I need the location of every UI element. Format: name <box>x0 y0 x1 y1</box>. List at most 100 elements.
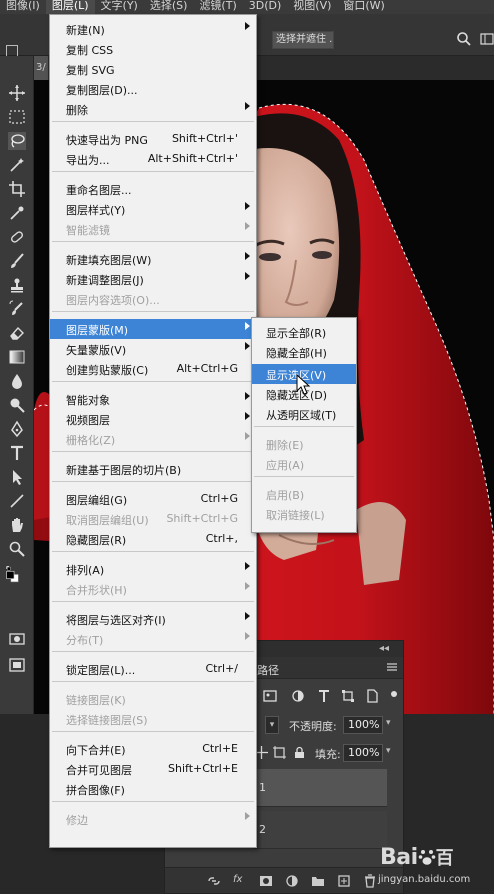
zoom-tool-icon[interactable] <box>8 540 26 558</box>
menu-separator <box>52 731 254 732</box>
shape-filter-icon[interactable] <box>341 689 355 703</box>
layer-row[interactable]: 2 <box>253 811 387 849</box>
layer-row[interactable]: 1 <box>253 769 387 807</box>
layer-menu-item[interactable]: 视频图层 <box>50 409 256 429</box>
menu-view[interactable]: 视图(V) <box>287 0 337 14</box>
adjustment-filter-icon[interactable] <box>291 689 305 703</box>
blur-tool-icon[interactable] <box>8 372 26 390</box>
magic-wand-icon[interactable] <box>8 156 26 174</box>
type-filter-icon[interactable] <box>317 689 331 703</box>
layer-menu-item[interactable]: 复制 SVG <box>50 59 256 79</box>
layer-menu-item[interactable]: 拼合图像(F) <box>50 779 256 799</box>
layer-menu-item[interactable]: 新建(N) <box>50 19 256 39</box>
workspace-icon[interactable] <box>480 32 494 46</box>
dodge-tool-icon[interactable] <box>8 396 26 414</box>
quick-mask-icon[interactable] <box>8 630 26 648</box>
layer-menu-item[interactable]: 智能对象 <box>50 389 256 409</box>
eyedropper-icon[interactable] <box>8 204 26 222</box>
pixel-filter-icon[interactable] <box>263 689 277 703</box>
marquee-tool-icon[interactable] <box>8 108 26 126</box>
menu-select[interactable]: 选择(S) <box>144 0 194 14</box>
new-layer-icon[interactable] <box>337 874 351 888</box>
move-tool-icon[interactable] <box>8 84 26 102</box>
crop-tool-icon[interactable] <box>8 180 26 198</box>
eraser-icon[interactable] <box>8 324 26 342</box>
menu-item-label: 复制图层(D)... <box>66 84 138 97</box>
gradient-icon[interactable] <box>8 348 26 366</box>
submenu-arrow-icon <box>245 22 250 30</box>
menu-item-shortcut: Shift+Ctrl+E <box>168 762 238 775</box>
lasso-tool-icon[interactable] <box>8 132 26 150</box>
menu-separator <box>52 381 254 382</box>
delete-layer-icon[interactable] <box>363 874 377 888</box>
layer-menu-item[interactable]: 排列(A) <box>50 559 256 579</box>
line-tool-icon[interactable] <box>8 492 26 510</box>
mask-submenu-item[interactable]: 显示全部(R) <box>252 322 356 342</box>
layer-menu-item[interactable]: 导出为... Alt+Shift+Ctrl+' <box>50 149 256 169</box>
menu-layer[interactable]: 图层(L) <box>45 0 95 14</box>
fill-input[interactable]: 100% <box>343 744 383 762</box>
layer-menu-item[interactable]: 将图层与选区对齐(I) <box>50 609 256 629</box>
layer-menu-item[interactable]: 新建基于图层的切片(B) <box>50 459 256 479</box>
history-brush-icon[interactable] <box>8 300 26 318</box>
path-selection-icon[interactable] <box>8 468 26 486</box>
layer-menu-item[interactable]: 图层蒙版(M) <box>50 319 256 339</box>
healing-brush-icon[interactable] <box>8 228 26 246</box>
adjustment-layer-icon[interactable] <box>285 874 299 888</box>
collapse-icon[interactable]: ◂◂ <box>379 643 389 654</box>
add-mask-icon[interactable] <box>259 874 273 888</box>
menu-separator <box>52 551 254 552</box>
clone-stamp-icon[interactable] <box>8 276 26 294</box>
panel-menu-icon[interactable] <box>387 663 397 671</box>
tab-paths[interactable]: 路径 <box>257 662 279 678</box>
menu-type[interactable]: 文字(Y) <box>95 0 144 14</box>
layer-menu-item[interactable]: 隐藏图层(R) Ctrl+, <box>50 529 256 549</box>
color-swatches-icon[interactable] <box>4 565 30 600</box>
layer-menu-item[interactable]: 重命名图层... <box>50 179 256 199</box>
menu-image[interactable]: 图像(I) <box>0 0 46 14</box>
menu-window[interactable]: 窗口(W) <box>337 0 390 14</box>
hand-tool-icon[interactable] <box>8 516 26 534</box>
opacity-input[interactable]: 100% <box>343 716 383 734</box>
layer-menu-item: 智能滤镜 <box>50 219 256 239</box>
layer-style-icon[interactable]: fx <box>233 874 247 888</box>
type-tool-icon[interactable] <box>8 444 26 462</box>
search-icon[interactable] <box>456 31 472 47</box>
lock-all-icon[interactable] <box>293 746 306 759</box>
layer-menu-item[interactable]: 锁定图层(L)... Ctrl+/ <box>50 659 256 679</box>
document-tab[interactable]: 3/ <box>34 56 48 80</box>
menu-item-label: 分布(T) <box>66 634 104 647</box>
mask-submenu-item[interactable]: 隐藏全部(H) <box>252 342 356 362</box>
layer-menu-item[interactable]: 新建调整图层(J) <box>50 269 256 289</box>
layer-menu-item[interactable]: 复制图层(D)... <box>50 79 256 99</box>
menu-item-label: 删除 <box>66 104 88 117</box>
layer-menu-item[interactable]: 删除 <box>50 99 256 119</box>
filter-toggle-icon[interactable] <box>389 689 399 703</box>
layer-menu-item[interactable]: 复制 CSS <box>50 39 256 59</box>
menu-separator <box>52 121 254 122</box>
layer-menu-item[interactable]: 图层编组(G) Ctrl+G <box>50 489 256 509</box>
menu-filter[interactable]: 滤镜(T) <box>193 0 242 14</box>
layer-menu-item[interactable]: 创建剪贴蒙版(C) Alt+Ctrl+G <box>50 359 256 379</box>
layer-menu-item[interactable]: 快速导出为 PNG Shift+Ctrl+' <box>50 129 256 149</box>
select-and-mask-button[interactable]: 选择并遮住 ... <box>272 31 334 49</box>
layer-menu-item[interactable]: 矢量蒙版(V) <box>50 339 256 359</box>
brush-tool-icon[interactable] <box>8 252 26 270</box>
smart-object-filter-icon[interactable] <box>365 689 379 703</box>
menu-item-label: 将图层与选区对齐(I) <box>66 614 166 627</box>
screen-mode-icon[interactable] <box>8 656 26 674</box>
opacity-dropdown-icon[interactable]: ▾ <box>386 718 391 728</box>
layer-menu-item[interactable]: 图层样式(Y) <box>50 199 256 219</box>
menu-item-label: 取消图层编组(U) <box>66 514 149 527</box>
link-layers-icon[interactable] <box>207 874 221 888</box>
menu-3d[interactable]: 3D(D) <box>243 0 288 14</box>
artboard-lock-icon[interactable] <box>273 746 286 759</box>
layer-menu-item[interactable]: 新建填充图层(W) <box>50 249 256 269</box>
blend-mode-dropdown[interactable]: ▾ <box>265 716 279 734</box>
layer-menu-item[interactable]: 向下合并(E) Ctrl+E <box>50 739 256 759</box>
mask-submenu-item[interactable]: 从透明区域(T) <box>252 404 356 424</box>
new-group-icon[interactable] <box>311 874 325 888</box>
pen-tool-icon[interactable] <box>8 420 26 438</box>
layer-menu-item[interactable]: 合并可见图层 Shift+Ctrl+E <box>50 759 256 779</box>
fill-dropdown-icon[interactable]: ▾ <box>386 746 391 756</box>
